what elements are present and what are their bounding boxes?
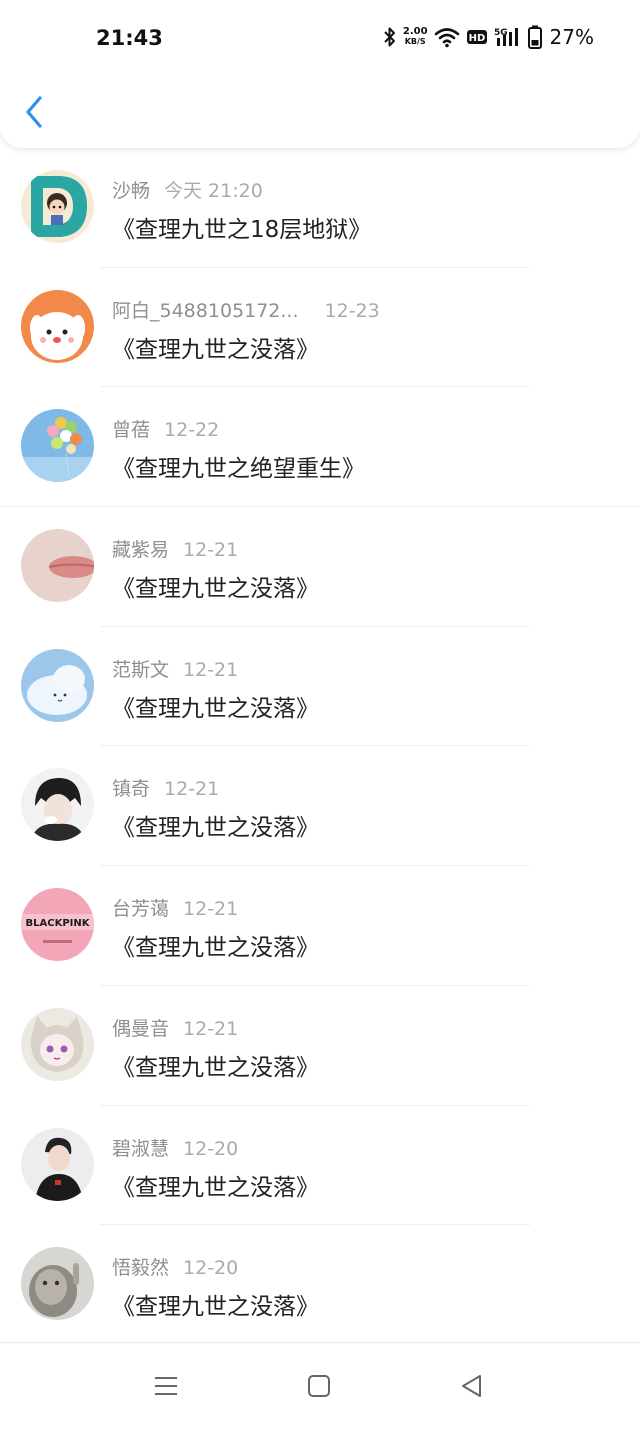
message-list: 沙畅 今天 21:20 《查理九世之18层地狱》 阿白_5488105172...…	[0, 148, 640, 1345]
sender-name: 范斯文	[112, 658, 170, 681]
status-time: 21:43	[96, 26, 163, 50]
sender-name: 藏紫易	[112, 539, 170, 562]
back-button[interactable]	[20, 92, 50, 132]
list-item[interactable]: 曾蓓 12-22 《查理九世之绝望重生》	[0, 387, 640, 508]
avatar[interactable]	[21, 768, 94, 842]
status-icons: 2.00 KB/S HD 5G 27%	[383, 25, 594, 49]
top-header: 21:43 2.00 KB/S HD 5G 27%	[0, 0, 640, 148]
blackpink-logo-text: BLACKPINK	[26, 918, 91, 929]
avatar[interactable]	[21, 289, 94, 363]
message-text: 《查理九世之18层地狱》	[112, 217, 372, 243]
avatar[interactable]	[21, 409, 94, 483]
bluetooth-icon	[383, 26, 397, 48]
net-speed: 2.00 KB/S	[403, 27, 428, 47]
avatar[interactable]	[21, 529, 94, 603]
message-date: 12-20	[183, 1137, 239, 1160]
avatar[interactable]: BLACKPINK	[21, 888, 94, 962]
message-date: 12-23	[324, 299, 380, 322]
message-date: 今天 21:20	[164, 180, 263, 202]
avatar[interactable]	[21, 1127, 94, 1201]
sender-name: 碧淑慧	[112, 1137, 170, 1160]
message-date: 12-21	[183, 898, 239, 921]
net-speed-value: 2.00	[402, 26, 428, 37]
message-text: 《查理九世之没落》	[112, 815, 319, 842]
message-date: 12-21	[183, 658, 239, 681]
message-date: 12-20	[183, 1257, 239, 1280]
list-item[interactable]: 镇奇 12-21 《查理九世之没落》	[0, 746, 640, 867]
sender-name: 曾蓓	[112, 419, 151, 442]
battery-percent: 27%	[549, 25, 594, 49]
sender-name: 沙畅	[112, 180, 151, 202]
message-text: 《查理九世之没落》	[112, 935, 319, 962]
wifi-icon	[434, 26, 460, 48]
message-text: 《查理九世之绝望重生》	[112, 456, 365, 483]
message-date: 12-21	[183, 1017, 239, 1040]
avatar[interactable]	[21, 170, 94, 243]
avatar[interactable]	[21, 648, 94, 722]
battery-icon	[527, 25, 542, 49]
sender-name: 台芳蔼	[112, 898, 170, 921]
message-text: 《查理九世之没落》	[112, 576, 319, 603]
message-text: 《查理九世之没落》	[112, 1054, 319, 1081]
svg-text:HD: HD	[468, 33, 485, 44]
avatar[interactable]	[21, 1247, 94, 1321]
message-date: 12-22	[164, 419, 220, 442]
hd-icon: HD	[466, 28, 488, 46]
message-date: 12-21	[164, 778, 220, 801]
status-bar: 21:43 2.00 KB/S HD 5G 27%	[0, 0, 640, 80]
list-item[interactable]: 悟毅然 12-20 《查理九世之没落》	[0, 1225, 640, 1345]
message-text: 《查理九世之没落》	[112, 695, 319, 722]
message-text: 《查理九世之没落》	[112, 336, 319, 363]
menu-icon	[155, 1377, 177, 1395]
list-item[interactable]: 碧淑慧 12-20 《查理九世之没落》	[0, 1106, 640, 1226]
home-square-icon	[308, 1375, 330, 1397]
list-item[interactable]: 偶曼音 12-21 《查理九世之没落》	[0, 986, 640, 1106]
home-button[interactable]	[303, 1370, 335, 1402]
chevron-left-icon	[26, 96, 42, 128]
list-item[interactable]: 藏紫易 12-21 《查理九世之没落》	[0, 507, 640, 627]
back-triangle-icon	[462, 1375, 481, 1397]
sender-name: 悟毅然	[112, 1257, 170, 1280]
list-item[interactable]: 沙畅 今天 21:20 《查理九世之18层地狱》	[0, 148, 640, 268]
sender-name: 阿白_5488105172...	[112, 299, 299, 322]
list-item[interactable]: BLACKPINK 台芳蔼 12-21 《查理九世之没落》	[0, 866, 640, 986]
list-item[interactable]: 范斯文 12-21 《查理九世之没落》	[0, 627, 640, 747]
avatar[interactable]	[21, 1007, 94, 1081]
menu-button[interactable]	[150, 1370, 182, 1402]
sender-name: 镇奇	[112, 778, 151, 801]
net-speed-unit: KB/S	[404, 37, 426, 46]
message-text: 《查理九世之没落》	[112, 1294, 319, 1321]
system-navigation-bar	[0, 1343, 640, 1429]
signal-5g-icon: 5G	[494, 26, 522, 48]
message-text: 《查理九世之没落》	[112, 1174, 319, 1201]
list-item[interactable]: 阿白_5488105172... 12-23 《查理九世之没落》	[0, 268, 640, 388]
back-nav-button[interactable]	[456, 1370, 488, 1402]
message-date: 12-21	[183, 539, 239, 562]
sender-name: 偶曼音	[112, 1017, 170, 1040]
